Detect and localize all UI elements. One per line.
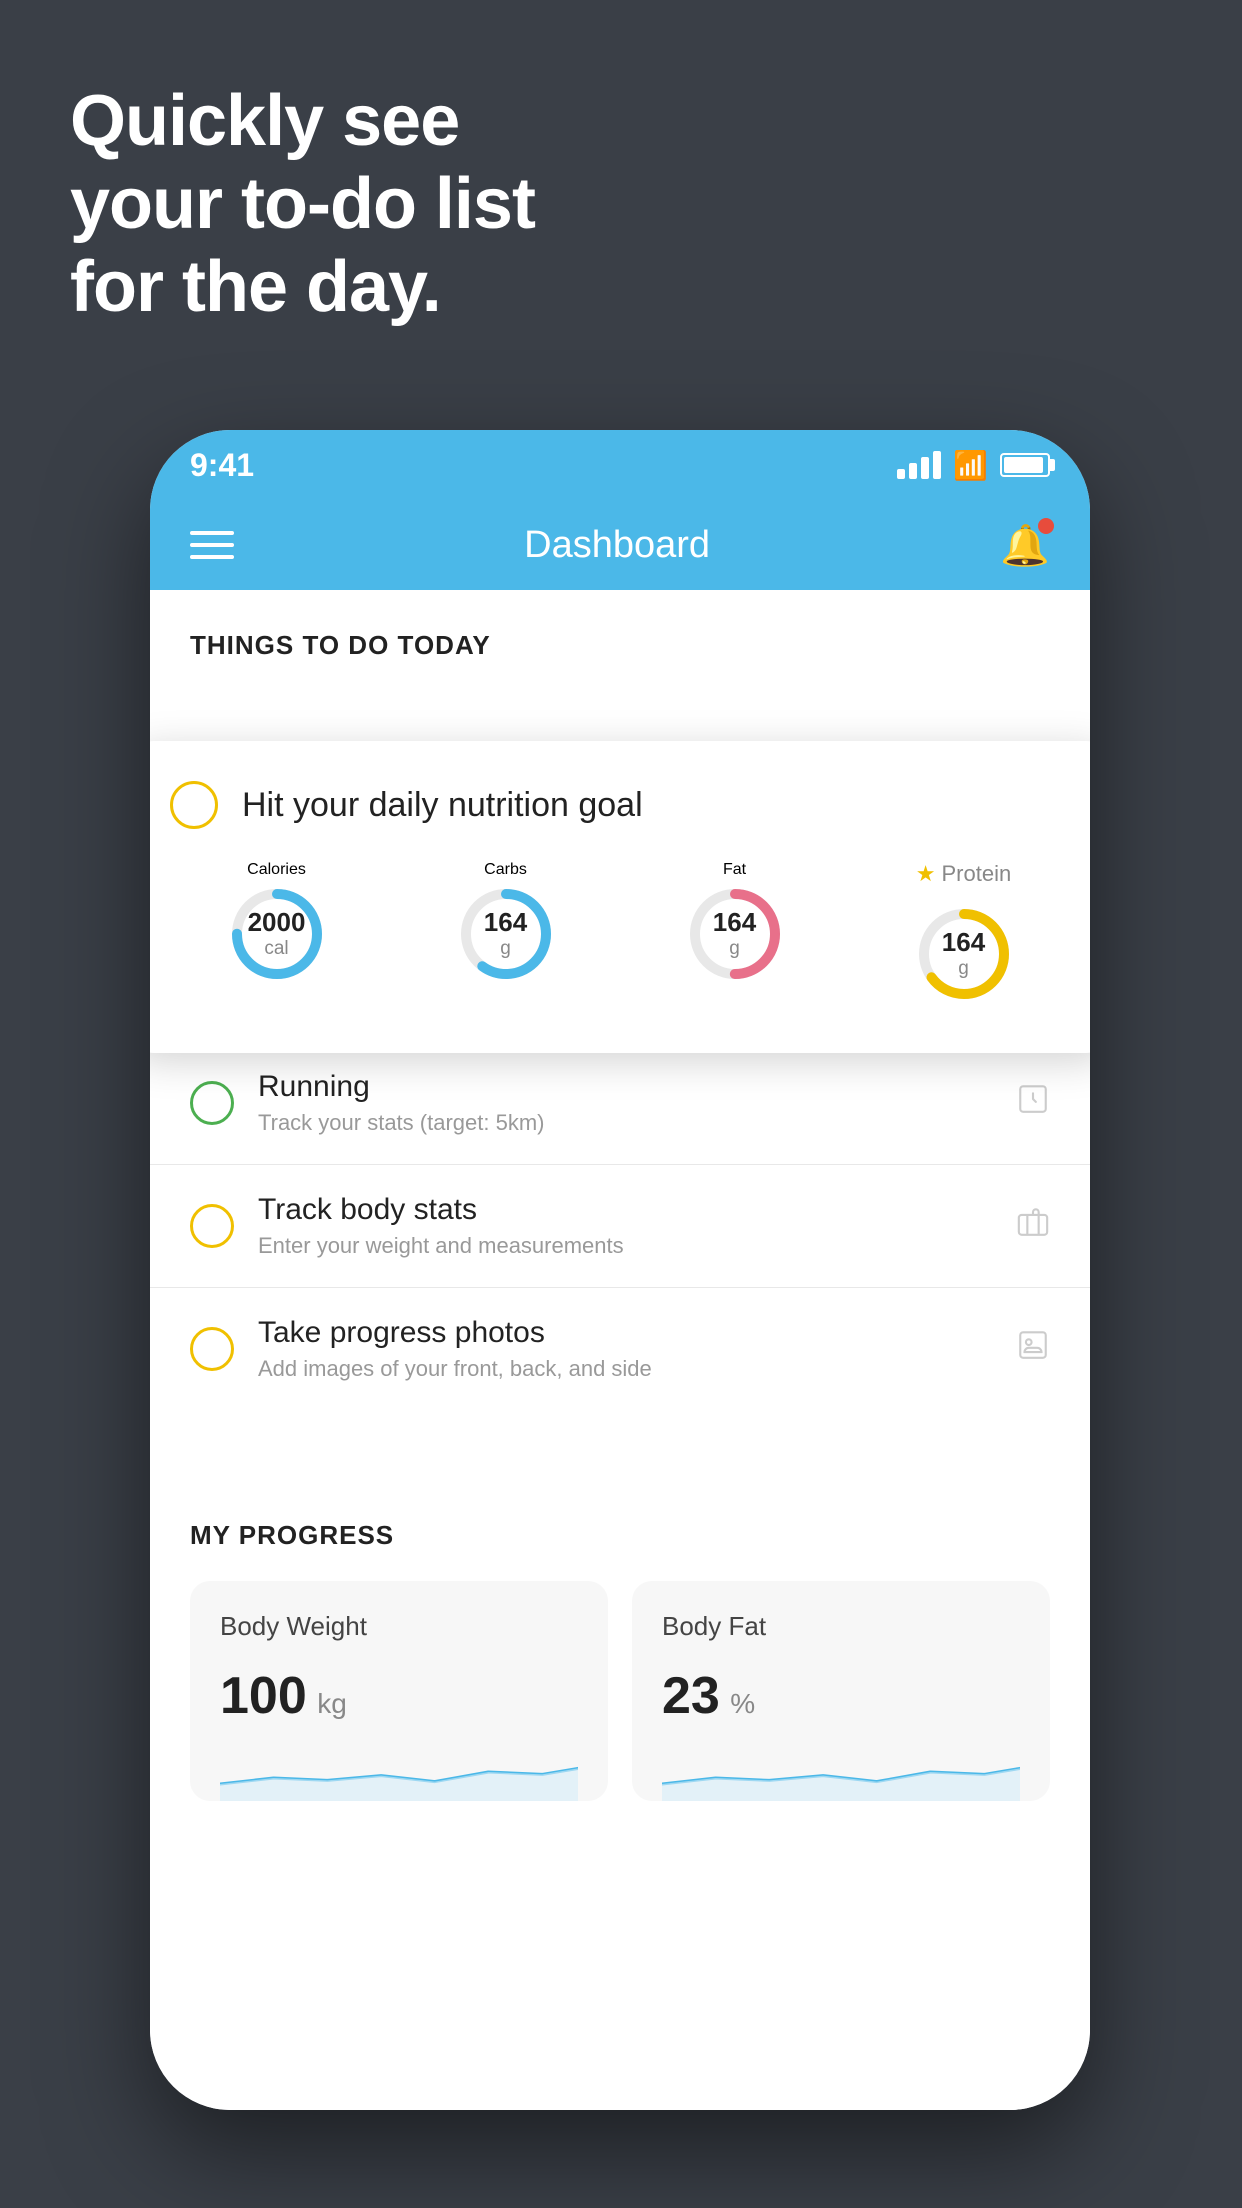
nutrition-card-title-row: Hit your daily nutrition goal [170, 781, 1070, 829]
donut-chart: 164 g [680, 879, 790, 989]
donut-unit: cal [248, 938, 306, 961]
progress-cards: Body Weight 100 kg Body Fat 23 % [190, 1581, 1050, 1801]
todo-action-icon [1016, 1205, 1050, 1248]
todo-title: Take progress photos [258, 1316, 1016, 1350]
hero-text: Quickly see your to-do list for the day. [70, 80, 535, 328]
donut-chart: 164 g [451, 879, 561, 989]
nutrition-card-title: Hit your daily nutrition goal [242, 786, 643, 825]
hero-line2: your to-do list [70, 163, 535, 246]
donut-value: 164 [713, 907, 756, 938]
phone-frame: 9:41 📶 Dashboard 🔔 [150, 430, 1090, 2110]
progress-unit: kg [317, 1688, 347, 1719]
nutrition-item: Calories 2000 cal [170, 861, 383, 1009]
progress-value: 100 [220, 1667, 307, 1725]
donut-chart: 2000 cal [222, 879, 332, 989]
things-to-do-header: THINGS TO DO TODAY [150, 590, 1090, 681]
hamburger-button[interactable] [190, 531, 234, 559]
todo-action-icon [1016, 1082, 1050, 1125]
todo-item[interactable]: Take progress photos Add images of your … [150, 1287, 1090, 1410]
todo-item[interactable]: Track body stats Enter your weight and m… [150, 1164, 1090, 1287]
todo-text: Take progress photos Add images of your … [258, 1316, 1016, 1382]
nutrition-card: Hit your daily nutrition goal Calories 2… [150, 741, 1090, 1053]
nutrition-grid: Calories 2000 cal Carbs 164 g Fat 164 g … [170, 861, 1070, 1009]
nutrition-item: ★Protein 164 g [857, 861, 1070, 1009]
todo-subtitle: Track your stats (target: 5km) [258, 1110, 1016, 1136]
progress-title: MY PROGRESS [190, 1520, 1050, 1551]
notification-dot [1038, 518, 1054, 534]
todo-item[interactable]: Running Track your stats (target: 5km) [150, 1041, 1090, 1164]
phone-wrapper: 9:41 📶 Dashboard 🔔 [150, 430, 1090, 2130]
todo-action-icon [1016, 1328, 1050, 1371]
donut-unit: g [942, 958, 985, 981]
todo-circle [190, 1204, 234, 1248]
status-time: 9:41 [190, 447, 254, 484]
progress-card-title: Body Fat [662, 1611, 1020, 1642]
nutrition-radio[interactable] [170, 781, 218, 829]
donut-unit: g [484, 938, 527, 961]
donut-chart: 164 g [909, 899, 1019, 1009]
donut-value: 164 [484, 907, 527, 938]
signal-bars-icon [897, 451, 941, 479]
todo-title: Running [258, 1070, 1016, 1104]
todo-subtitle: Add images of your front, back, and side [258, 1356, 1016, 1382]
hero-line1: Quickly see [70, 80, 535, 163]
todo-circle [190, 1081, 234, 1125]
status-icons: 📶 [897, 449, 1050, 482]
nutrition-item: Fat 164 g [628, 861, 841, 1009]
nutrition-label: Fat [723, 861, 746, 878]
todo-list: Running Track your stats (target: 5km) T… [150, 1041, 1090, 1410]
wifi-icon: 📶 [953, 449, 988, 482]
donut-unit: g [713, 938, 756, 961]
progress-unit: % [730, 1688, 755, 1719]
todo-text: Track body stats Enter your weight and m… [258, 1193, 1016, 1259]
progress-card[interactable]: Body Fat 23 % [632, 1581, 1050, 1801]
status-bar: 9:41 📶 [150, 430, 1090, 500]
app-content: THINGS TO DO TODAY Hit your daily nutrit… [150, 590, 1090, 2110]
donut-value: 164 [942, 927, 985, 958]
notification-bell-button[interactable]: 🔔 [1000, 522, 1050, 569]
progress-value: 23 [662, 1667, 720, 1725]
battery-icon [1000, 453, 1050, 477]
progress-card-title: Body Weight [220, 1611, 578, 1642]
progress-card[interactable]: Body Weight 100 kg [190, 1581, 608, 1801]
star-icon: ★ [916, 861, 936, 887]
todo-subtitle: Enter your weight and measurements [258, 1233, 1016, 1259]
app-header: Dashboard 🔔 [150, 500, 1090, 590]
donut-value: 2000 [248, 907, 306, 938]
todo-circle [190, 1327, 234, 1371]
header-title: Dashboard [524, 524, 710, 567]
todo-title: Track body stats [258, 1193, 1016, 1227]
hero-line3: for the day. [70, 246, 535, 329]
progress-section: MY PROGRESS Body Weight 100 kg Body Fat … [150, 1470, 1090, 1841]
nutrition-label: Calories [247, 861, 306, 878]
todo-text: Running Track your stats (target: 5km) [258, 1070, 1016, 1136]
nutrition-label: Carbs [484, 861, 527, 878]
nutrition-label: Protein [942, 861, 1012, 887]
nutrition-item: Carbs 164 g [399, 861, 612, 1009]
